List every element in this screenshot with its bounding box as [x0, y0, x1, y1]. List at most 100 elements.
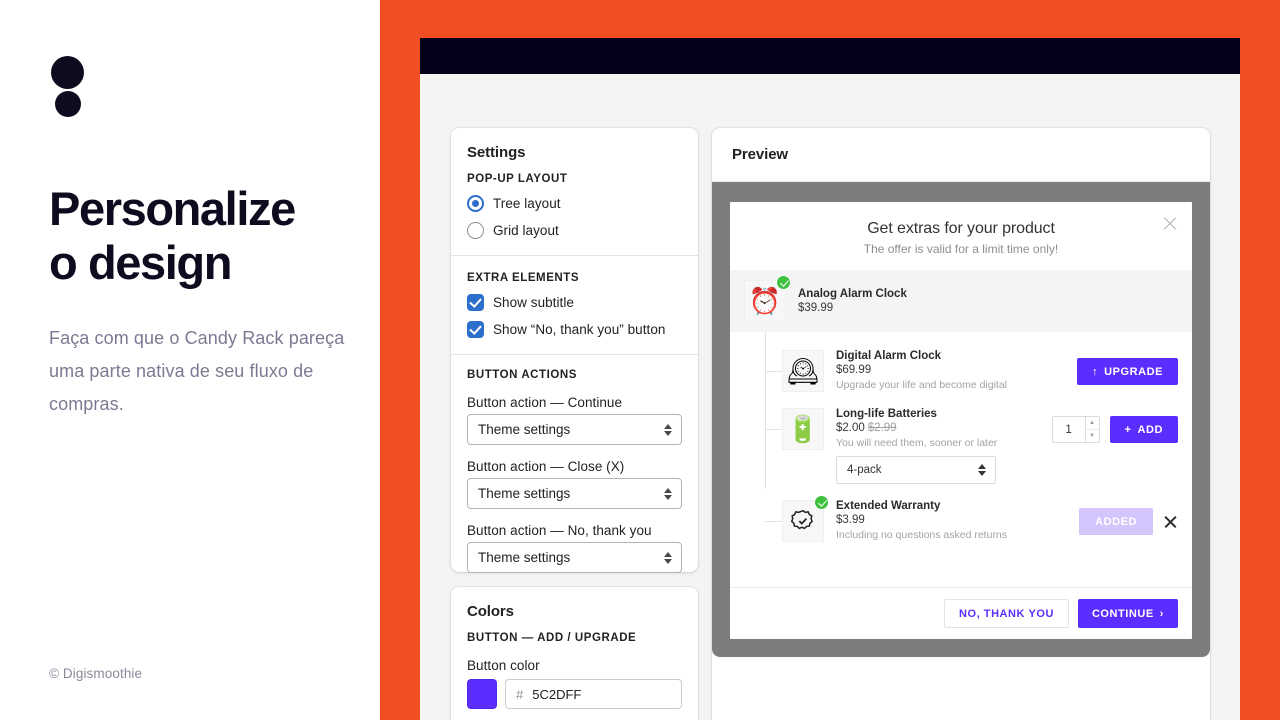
- warranty-seal-icon: [782, 495, 829, 542]
- added-button[interactable]: ADDED: [1079, 508, 1153, 535]
- app-window: Settings POP-UP LAYOUT Tree layout Grid …: [420, 38, 1240, 720]
- offer-name: Digital Alarm Clock: [836, 350, 942, 362]
- page-title-line-1: Personalize: [49, 182, 296, 235]
- label-action-no-thanks: Button action — No, thank you: [467, 523, 652, 538]
- page-title-line-2: o design: [49, 236, 232, 289]
- offer-actions: ADDED: [1079, 500, 1178, 535]
- checkbox-show-subtitle-box[interactable]: [467, 294, 484, 311]
- popup-header: Get extras for your product The offer is…: [730, 202, 1192, 270]
- offer-price: $2.00 $2.99: [836, 422, 1040, 434]
- plus-icon: +: [1124, 423, 1132, 436]
- radio-tree-layout-label: Tree layout: [493, 196, 561, 211]
- radio-tree-layout-indicator[interactable]: [467, 195, 484, 212]
- offer-actions: 1 ▲ ▼ + ADD: [1051, 408, 1178, 443]
- popup-layout-label: POP-UP LAYOUT: [467, 173, 568, 185]
- extra-elements-label: EXTRA ELEMENTS: [467, 272, 580, 284]
- button-color-row: # 5C2DFF: [467, 679, 682, 709]
- colors-section-label: BUTTON — ADD / UPGRADE: [467, 632, 637, 644]
- select-action-no-thanks[interactable]: Theme settings: [467, 542, 682, 573]
- digital-clock-icon: 🕰: [782, 350, 824, 392]
- offer-description: Including no questions asked returns: [836, 529, 1008, 541]
- batteries-glyph: 🔋: [786, 414, 820, 444]
- settings-card: Settings POP-UP LAYOUT Tree layout Grid …: [451, 128, 698, 573]
- added-button-label: ADDED: [1095, 515, 1137, 528]
- preview-card: Preview Get extras for your product The …: [712, 128, 1210, 720]
- offer-row-digital-alarm-clock: 🕰 Digital Alarm Clock $69.99 Upgrade you…: [744, 342, 1178, 400]
- logo-dot-large: [51, 56, 84, 89]
- app-topbar: [420, 38, 1240, 74]
- stepper-down-icon[interactable]: ▼: [1086, 430, 1099, 442]
- alarm-clock-icon: ⏰: [744, 275, 791, 322]
- extra-elements-section: EXTRA ELEMENTS Show subtitle Show “No, t…: [451, 255, 698, 354]
- upgrade-button-label: UPGRADE: [1104, 365, 1163, 378]
- button-color-hex-input[interactable]: # 5C2DFF: [505, 679, 682, 709]
- button-actions-section: BUTTON ACTIONS Button action — Continue …: [451, 354, 698, 589]
- popup-title: Get extras for your product: [730, 220, 1192, 238]
- arrow-up-icon: ↑: [1092, 365, 1099, 378]
- upgrade-button[interactable]: ↑ UPGRADE: [1077, 358, 1178, 385]
- page-title: Personalize o design: [49, 182, 349, 290]
- checkbox-show-no-thanks-box[interactable]: [467, 321, 484, 338]
- no-thank-you-button[interactable]: NO, THANK YOU: [943, 599, 1069, 628]
- radio-grid-layout-label: Grid layout: [493, 223, 559, 238]
- app-body: Settings POP-UP LAYOUT Tree layout Grid …: [420, 74, 1240, 720]
- offer-price: $69.99: [836, 364, 872, 376]
- variant-select-value: 4-pack: [847, 464, 882, 476]
- warranty-seal-svg: [790, 509, 813, 530]
- checkbox-show-subtitle[interactable]: Show subtitle: [467, 294, 682, 311]
- chevron-updown-icon: [663, 551, 673, 565]
- add-button-label: ADD: [1137, 423, 1163, 436]
- digital-clock-glyph: 🕰: [786, 356, 820, 386]
- offer-price-current: $2.00: [836, 422, 865, 434]
- radio-tree-layout[interactable]: Tree layout: [467, 195, 682, 212]
- preview-header: Preview: [712, 128, 1210, 182]
- colors-card: Colors BUTTON — ADD / UPGRADE Button col…: [451, 587, 698, 720]
- offer-info: Extended Warranty $3.99 Including no que…: [836, 500, 1067, 541]
- select-action-close-value: Theme settings: [478, 486, 571, 501]
- close-icon[interactable]: [1162, 216, 1178, 232]
- select-action-no-thanks-value: Theme settings: [478, 550, 571, 565]
- offer-description: You will need them, sooner or later: [836, 437, 998, 449]
- preview-title: Preview: [732, 146, 789, 163]
- offer-row-long-life-batteries: 🔋 Long-life Batteries $2.00 $2.99 You wil…: [744, 400, 1178, 492]
- checkbox-show-subtitle-label: Show subtitle: [493, 295, 574, 310]
- upsell-popup: Get extras for your product The offer is…: [730, 202, 1192, 639]
- chevron-right-icon: ›: [1159, 607, 1164, 620]
- page-subtitle: Faça com que o Candy Rack pareça uma par…: [49, 328, 345, 414]
- add-button[interactable]: + ADD: [1109, 416, 1178, 443]
- colors-title: Colors: [467, 603, 514, 620]
- label-button-color: Button color: [467, 658, 540, 673]
- settings-title: Settings: [467, 144, 526, 161]
- copyright-notice: © Digismoothie: [49, 666, 143, 681]
- continue-button[interactable]: CONTINUE ›: [1077, 599, 1178, 628]
- offer-description: Upgrade your life and become digital: [836, 379, 1008, 391]
- orange-stage: Settings POP-UP LAYOUT Tree layout Grid …: [380, 0, 1280, 720]
- hash-icon: #: [516, 686, 524, 702]
- select-action-close[interactable]: Theme settings: [467, 478, 682, 509]
- button-actions-label: BUTTON ACTIONS: [467, 369, 577, 381]
- parent-product-info: Analog Alarm Clock $39.99: [798, 288, 907, 314]
- chevron-updown-icon: [663, 423, 673, 437]
- stepper-up-icon[interactable]: ▲: [1085, 417, 1099, 430]
- variant-select[interactable]: 4-pack: [836, 456, 996, 484]
- remove-icon[interactable]: [1163, 514, 1178, 529]
- chevron-updown-icon: [663, 487, 673, 501]
- check-badge-icon: [814, 495, 829, 510]
- select-action-continue[interactable]: Theme settings: [467, 414, 682, 445]
- offer-name: Long-life Batteries: [836, 408, 937, 420]
- offer-price: $3.99: [836, 514, 865, 526]
- preview-stage: Get extras for your product The offer is…: [712, 182, 1210, 657]
- popup-subtitle: The offer is valid for a limit time only…: [863, 242, 1059, 256]
- digismoothie-logo: [49, 56, 89, 122]
- offers-tree: 🕰 Digital Alarm Clock $69.99 Upgrade you…: [730, 332, 1192, 587]
- offer-actions: ↑ UPGRADE: [1077, 350, 1178, 385]
- colors-section: Colors BUTTON — ADD / UPGRADE Button col…: [451, 587, 698, 720]
- quantity-arrows[interactable]: ▲ ▼: [1084, 417, 1099, 442]
- quantity-stepper[interactable]: 1 ▲ ▼: [1051, 416, 1100, 443]
- radio-grid-layout-indicator[interactable]: [467, 222, 484, 239]
- radio-grid-layout[interactable]: Grid layout: [467, 222, 682, 239]
- checkbox-show-no-thanks[interactable]: Show “No, thank you” button: [467, 321, 682, 338]
- button-color-swatch[interactable]: [467, 679, 497, 709]
- quantity-value[interactable]: 1: [1053, 417, 1085, 442]
- offer-name: Extended Warranty: [836, 500, 941, 512]
